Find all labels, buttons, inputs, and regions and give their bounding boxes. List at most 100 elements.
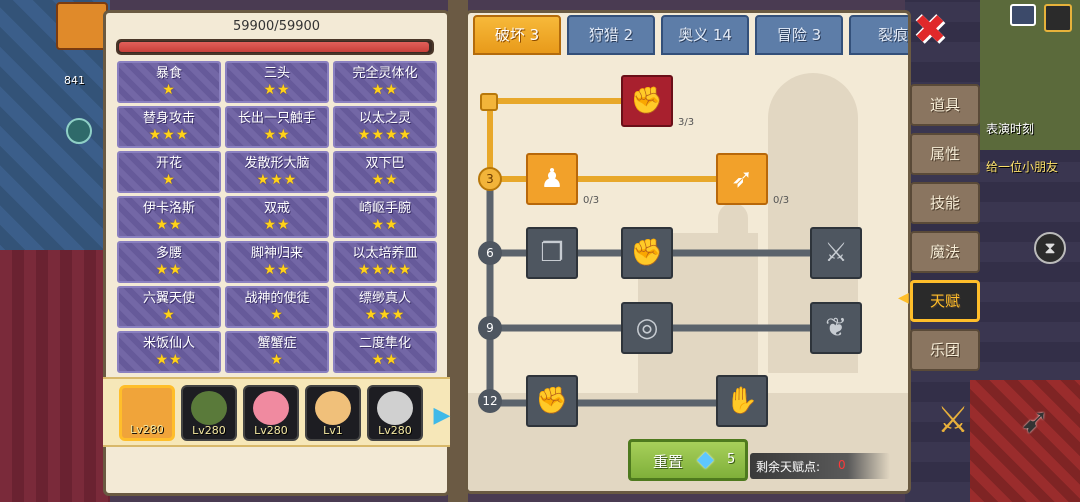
talent-node-count: 3/3 [678,117,695,128]
trait-cell[interactable]: 崎岖手腕 ★★ [333,196,437,238]
trait-name: 以太培养皿 [352,246,418,261]
reset-label: 重置 [653,453,684,471]
hero-card[interactable]: Lv280 [119,385,175,441]
hero-portrait [191,391,227,425]
talent-node[interactable]: ➶ [716,153,768,205]
trait-grid: 暴食 ★ 三头 ★★ 完全灵体化 ★★ 替身攻击 ★★★ 长出一只触手 ★★ 以太之灵 ★★★★ 开花 ★… [117,61,437,383]
hero-level: Lv280 [192,424,226,437]
trait-cell[interactable]: 发散形大脑 ★★★ [225,151,329,193]
eye-icon[interactable] [66,118,92,144]
talent-node[interactable]: ◎ [621,302,673,354]
hero-card[interactable]: Lv280 [367,385,423,441]
cards-icon: ❐ [540,238,564,268]
side-menu-item[interactable]: 属性 [910,133,980,175]
hero-portrait [377,391,413,425]
trait-name: 缥缈真人 [358,291,411,306]
side-menu-item[interactable]: 道具 [910,84,980,126]
tier-label: 9 [478,316,502,340]
hero-card[interactable]: Lv280 [181,385,237,441]
tree-root-node [480,93,498,111]
trait-name: 六翼天使 [142,291,195,306]
trait-cell[interactable]: 米饭仙人 ★★ [117,331,221,373]
gauntlet-icon: ✋ [725,386,759,416]
hero-portrait [315,391,351,425]
side-menu-item[interactable]: 魔法 [910,231,980,273]
side-menu-item[interactable]: 天赋 [910,280,980,322]
hero-level: Lv280 [130,423,164,436]
remaining-points: 剩余天赋点: 0 [750,453,890,479]
trait-name: 暴食 [155,66,182,81]
trait-name: 蟹蟹症 [257,336,297,351]
punch-icon: ✊ [630,238,664,268]
trait-name: 双戒 [263,201,290,216]
trait-stars: ★★ [155,352,183,368]
hero-level: Lv1 [323,424,343,437]
trait-name: 脚神归来 [250,246,303,261]
reset-button[interactable]: 重置 ◆ 5 [628,439,748,481]
player-avatar[interactable] [56,2,108,50]
trait-cell[interactable]: 完全灵体化 ★★ [333,61,437,103]
talent-node[interactable]: ❦ [810,302,862,354]
monitor-icon[interactable] [1010,4,1036,26]
talent-node-count: 0/3 [583,195,600,206]
trait-name: 双下巴 [365,156,405,171]
trait-stars: ★★★★ [357,262,413,278]
talent-node[interactable]: ✋ [716,375,768,427]
trait-stars: ★★ [371,82,399,98]
hero-portrait [253,391,289,425]
trait-stars: ★★ [263,82,291,98]
talent-node[interactable]: ⚔ [810,227,862,279]
trait-cell[interactable]: 替身攻击 ★★★ [117,106,221,148]
trait-stars: ★★★ [256,172,298,188]
trait-stars: ★ [162,82,176,98]
talent-node[interactable]: ✊ [621,75,673,127]
trait-stars: ★ [162,172,176,188]
fist-icon: ✊ [535,386,569,416]
trait-stars: ★★ [155,262,183,278]
talent-node[interactable]: ❐ [526,227,578,279]
hero-card[interactable]: Lv280 [243,385,299,441]
event-title: 表演时刻 [986,122,1035,136]
trait-stars: ★★ [371,217,399,233]
trait-cell[interactable]: 多腰 ★★ [117,241,221,283]
side-menu-item[interactable]: 技能 [910,182,980,224]
trait-stars: ★★★ [364,307,406,323]
next-arrow-icon[interactable]: ▶ [433,403,451,429]
bow-icon[interactable]: ➹ [1010,396,1060,446]
trait-cell[interactable]: 战神的使徒 ★ [225,286,329,328]
trait-cell[interactable]: 蟹蟹症 ★ [225,331,329,373]
close-icon[interactable]: ✖ [910,10,950,50]
trait-cell[interactable]: 双戒 ★★ [225,196,329,238]
sword-icon[interactable]: ⚔ [930,398,976,444]
trait-cell[interactable]: 伊卡洛斯 ★★ [117,196,221,238]
hero-card[interactable]: Lv1 [305,385,361,441]
talent-node[interactable]: ♟ [526,153,578,205]
expand-icon[interactable] [1044,4,1072,32]
hourglass-icon[interactable]: ⧗ [1034,232,1066,264]
trait-cell[interactable]: 脚神归来 ★★ [225,241,329,283]
trait-cell[interactable]: 暴食 ★ [117,61,221,103]
trait-cell[interactable]: 二度隼化 ★★ [333,331,437,373]
trait-cell[interactable]: 六翼天使 ★ [117,286,221,328]
trait-cell[interactable]: 双下巴 ★★ [333,151,437,193]
talent-panel: 破坏 3 狩猎 2 奥义 14 冒险 3 裂痕 ✊ 3/3 ♟ 0/3 ➶ 0/3 ❐ ✊ ⚔ ◎ ❦ ✊ ✋ 3… [465,10,911,494]
trait-name: 战神的使徒 [244,291,310,306]
hp-bar-fill [119,42,429,52]
tier-label: 3 [478,167,502,191]
remaining-points-value: 0 [838,458,846,472]
trait-cell[interactable]: 缥缈真人 ★★★ [333,286,437,328]
trait-cell[interactable]: 开花 ★ [117,151,221,193]
trait-name: 长出一只触手 [237,111,316,126]
trait-name: 二度隼化 [358,336,411,351]
side-menu-item[interactable]: 乐团 [910,329,980,371]
trait-cell[interactable]: 三头 ★★ [225,61,329,103]
trait-cell[interactable]: 以太培养皿 ★★★★ [333,241,437,283]
talent-node[interactable]: ✊ [526,375,578,427]
tier-label: 6 [478,241,502,265]
trait-cell[interactable]: 以太之灵 ★★★★ [333,106,437,148]
trait-cell[interactable]: 长出一只触手 ★★ [225,106,329,148]
diamond-icon: ◆ [697,447,714,472]
trait-stars: ★ [270,352,284,368]
trait-name: 开花 [155,156,182,171]
talent-node[interactable]: ✊ [621,227,673,279]
